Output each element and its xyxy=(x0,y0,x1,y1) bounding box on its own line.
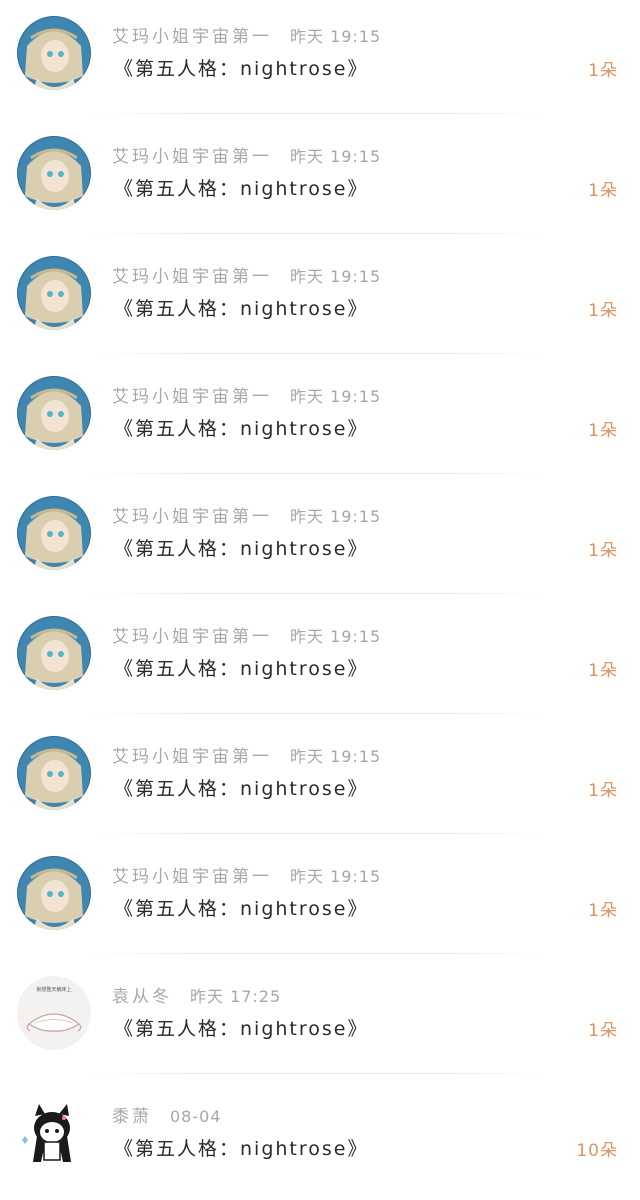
divider xyxy=(90,833,550,834)
timestamp: 昨天 19:15 xyxy=(290,507,382,526)
flower-count: 1朵 xyxy=(588,421,618,441)
avatar[interactable] xyxy=(17,136,91,210)
flower-count: 1朵 xyxy=(588,901,618,921)
anime-girl-avatar-icon xyxy=(17,256,91,330)
divider xyxy=(90,593,550,594)
avatar-caption: 就想整天躺床上 xyxy=(36,986,71,993)
avatar[interactable] xyxy=(17,496,91,570)
divider xyxy=(90,233,550,234)
anime-girl-avatar-icon xyxy=(17,16,91,90)
list-item[interactable]: 就想整天躺床上 袁从冬 昨天 17:25 《第五人格：nightrose》 1朵 xyxy=(0,960,640,1080)
timestamp: 昨天 19:15 xyxy=(290,867,382,886)
message-list: 艾玛小姐宇宙第一 昨天 19:15 《第五人格：nightrose》 1朵 艾玛小… xyxy=(0,0,640,1180)
list-item[interactable]: 艾玛小姐宇宙第一 昨天 19:15 《第五人格：nightrose》 1朵 xyxy=(0,720,640,840)
timestamp: 昨天 17:25 xyxy=(190,987,282,1006)
avatar[interactable] xyxy=(17,376,91,450)
sender-name[interactable]: 黍萧 xyxy=(112,1107,152,1127)
anime-girl-avatar-icon xyxy=(17,616,91,690)
list-item[interactable]: 艾玛小姐宇宙第一 昨天 19:15 《第五人格：nightrose》 1朵 xyxy=(0,240,640,360)
sender-name[interactable]: 艾玛小姐宇宙第一 xyxy=(112,627,272,647)
message-text: 《第五人格：nightrose》 xyxy=(114,298,369,320)
timestamp: 昨天 19:15 xyxy=(290,147,382,166)
anime-girl-avatar-icon xyxy=(17,856,91,930)
divider xyxy=(90,953,550,954)
divider xyxy=(90,113,550,114)
sender-name[interactable]: 袁从冬 xyxy=(112,987,172,1007)
sender-name[interactable]: 艾玛小姐宇宙第一 xyxy=(112,267,272,287)
list-item[interactable]: 艾玛小姐宇宙第一 昨天 19:15 《第五人格：nightrose》 1朵 xyxy=(0,120,640,240)
message-text: 《第五人格：nightrose》 xyxy=(114,1018,369,1040)
avatar[interactable] xyxy=(17,1096,91,1170)
message-text: 《第五人格：nightrose》 xyxy=(114,538,369,560)
message-meta: 艾玛小姐宇宙第一 昨天 19:15 xyxy=(112,502,381,528)
avatar[interactable] xyxy=(17,736,91,810)
divider xyxy=(90,353,550,354)
sender-name[interactable]: 艾玛小姐宇宙第一 xyxy=(112,387,272,407)
message-meta: 艾玛小姐宇宙第一 昨天 19:15 xyxy=(112,742,381,768)
avatar[interactable] xyxy=(17,256,91,330)
message-text: 《第五人格：nightrose》 xyxy=(114,778,369,800)
list-item[interactable]: 艾玛小姐宇宙第一 昨天 19:15 《第五人格：nightrose》 1朵 xyxy=(0,360,640,480)
timestamp: 昨天 19:15 xyxy=(290,747,382,766)
flower-count: 1朵 xyxy=(588,781,618,801)
timestamp: 昨天 19:15 xyxy=(290,387,382,406)
timestamp: 昨天 19:15 xyxy=(290,267,382,286)
list-item[interactable]: 黍萧 08-04 《第五人格：nightrose》 10朵 xyxy=(0,1080,640,1200)
flower-count: 10朵 xyxy=(576,1141,618,1161)
message-meta: 艾玛小姐宇宙第一 昨天 19:15 xyxy=(112,262,381,288)
avatar[interactable] xyxy=(17,856,91,930)
flower-count: 1朵 xyxy=(588,301,618,321)
sender-name[interactable]: 艾玛小姐宇宙第一 xyxy=(112,867,272,887)
message-text: 《第五人格：nightrose》 xyxy=(114,658,369,680)
flower-count: 1朵 xyxy=(588,61,618,81)
list-item[interactable]: 艾玛小姐宇宙第一 昨天 19:15 《第五人格：nightrose》 1朵 xyxy=(0,0,640,120)
anime-girl-avatar-icon xyxy=(17,376,91,450)
flower-count: 1朵 xyxy=(588,181,618,201)
message-text: 《第五人格：nightrose》 xyxy=(114,418,369,440)
chibi-cat-girl-avatar-icon xyxy=(17,1096,91,1170)
avatar[interactable] xyxy=(17,16,91,90)
message-text: 《第五人格：nightrose》 xyxy=(114,898,369,920)
sender-name[interactable]: 艾玛小姐宇宙第一 xyxy=(112,147,272,167)
avatar[interactable]: 就想整天躺床上 xyxy=(17,976,91,1050)
timestamp: 昨天 19:15 xyxy=(290,27,382,46)
sender-name[interactable]: 艾玛小姐宇宙第一 xyxy=(112,747,272,767)
timestamp: 昨天 19:15 xyxy=(290,627,382,646)
sender-name[interactable]: 艾玛小姐宇宙第一 xyxy=(112,507,272,527)
sender-name[interactable]: 艾玛小姐宇宙第一 xyxy=(112,27,272,47)
flower-count: 1朵 xyxy=(588,541,618,561)
message-meta: 艾玛小姐宇宙第一 昨天 19:15 xyxy=(112,22,381,48)
message-meta: 袁从冬 昨天 17:25 xyxy=(112,982,281,1008)
divider xyxy=(90,713,550,714)
message-text: 《第五人格：nightrose》 xyxy=(114,1138,369,1160)
anime-girl-avatar-icon xyxy=(17,736,91,810)
message-meta: 艾玛小姐宇宙第一 昨天 19:15 xyxy=(112,382,381,408)
flower-count: 1朵 xyxy=(588,661,618,681)
anime-girl-avatar-icon xyxy=(17,136,91,210)
anime-girl-avatar-icon xyxy=(17,496,91,570)
message-meta: 黍萧 08-04 xyxy=(112,1102,222,1128)
message-meta: 艾玛小姐宇宙第一 昨天 19:15 xyxy=(112,622,381,648)
divider xyxy=(90,1073,550,1074)
message-meta: 艾玛小姐宇宙第一 昨天 19:15 xyxy=(112,142,381,168)
meme-sticker-avatar-icon: 就想整天躺床上 xyxy=(17,976,91,1050)
message-text: 《第五人格：nightrose》 xyxy=(114,178,369,200)
list-item[interactable]: 艾玛小姐宇宙第一 昨天 19:15 《第五人格：nightrose》 1朵 xyxy=(0,480,640,600)
list-item[interactable]: 艾玛小姐宇宙第一 昨天 19:15 《第五人格：nightrose》 1朵 xyxy=(0,840,640,960)
divider xyxy=(90,473,550,474)
message-text: 《第五人格：nightrose》 xyxy=(114,58,369,80)
flower-count: 1朵 xyxy=(588,1021,618,1041)
list-item[interactable]: 艾玛小姐宇宙第一 昨天 19:15 《第五人格：nightrose》 1朵 xyxy=(0,600,640,720)
avatar[interactable] xyxy=(17,616,91,690)
timestamp: 08-04 xyxy=(170,1107,222,1126)
message-meta: 艾玛小姐宇宙第一 昨天 19:15 xyxy=(112,862,381,888)
